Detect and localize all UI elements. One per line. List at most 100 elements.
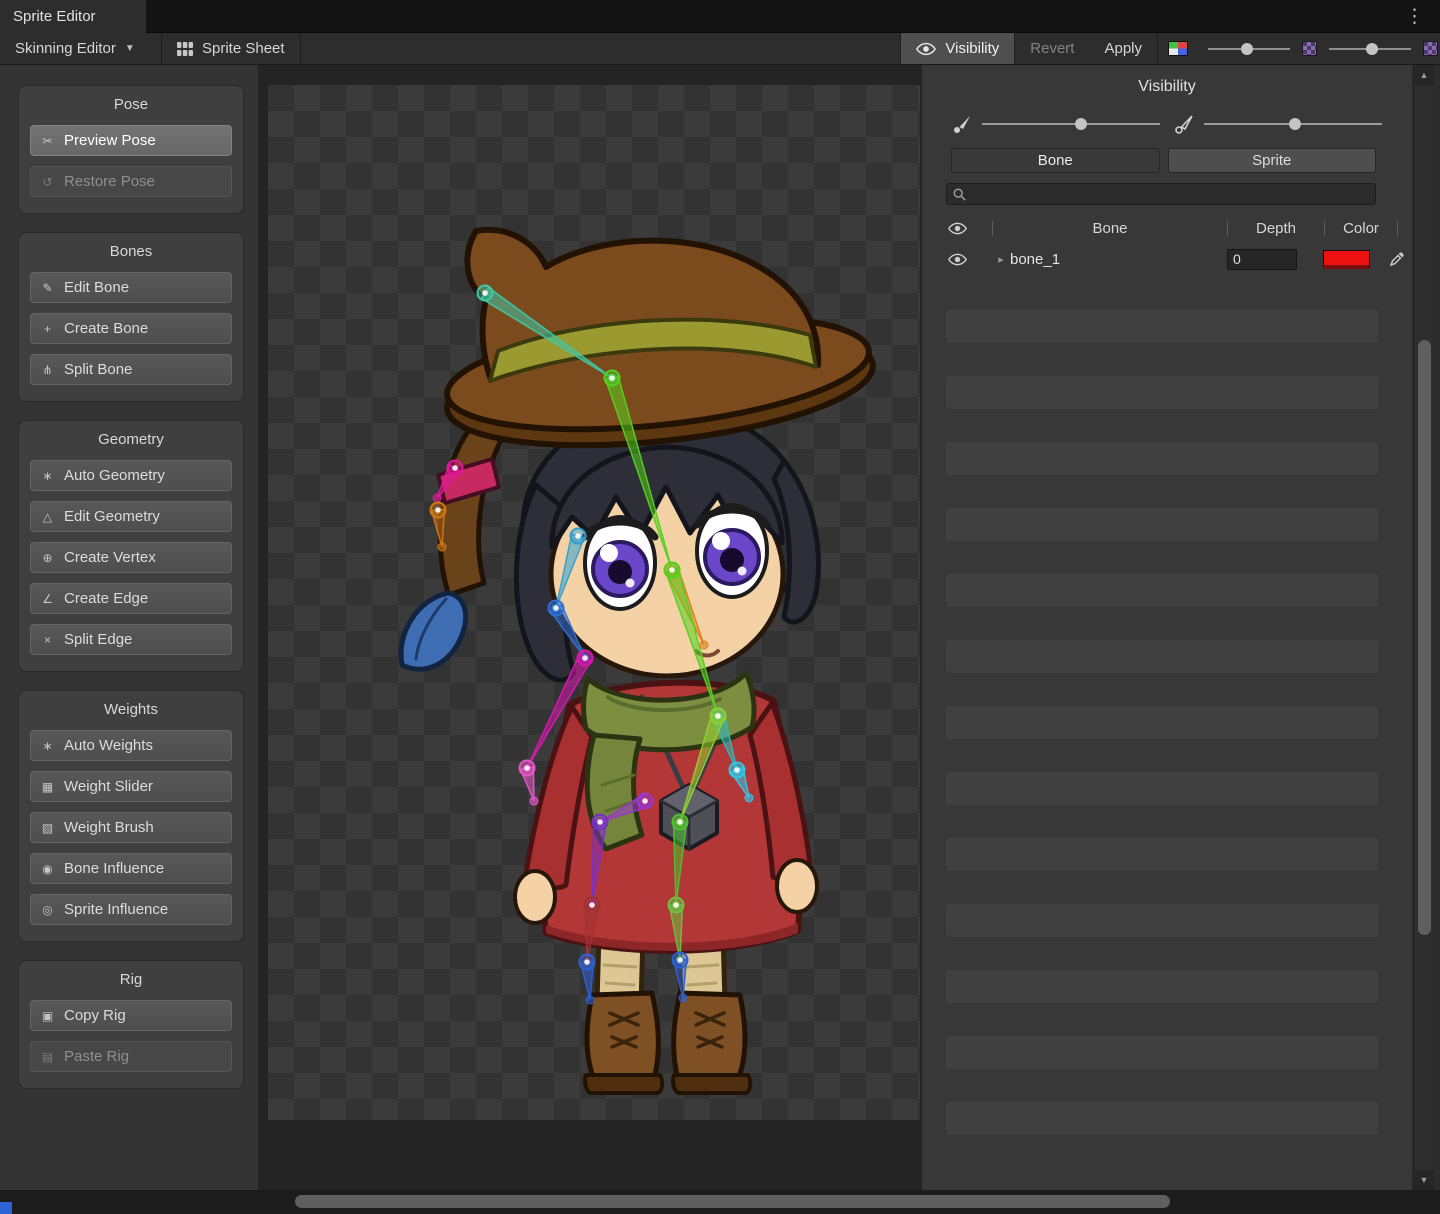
split-bone-button[interactable]: ⋔Split Bone [30, 354, 232, 385]
apply-button[interactable]: Apply [1089, 33, 1158, 64]
sprite-opacity-knob[interactable] [1289, 118, 1301, 130]
bone-gizmo[interactable] [580, 955, 595, 1005]
preview-pose-button[interactable]: ✂Preview Pose [30, 125, 232, 156]
sprite-sheet-grid-icon [177, 42, 193, 56]
split-bone-icon: ⋔ [39, 363, 56, 377]
depth-input[interactable] [1227, 249, 1297, 270]
bone-gizmo[interactable] [605, 371, 677, 575]
scroll-up-arrow[interactable]: ▲ [1414, 65, 1434, 85]
vertical-scrollbar-thumb[interactable] [1418, 340, 1431, 935]
edit-geometry-icon: △ [39, 510, 56, 524]
revert-button[interactable]: Revert [1014, 33, 1089, 64]
bone-list-empty-row [946, 706, 1378, 739]
kebab-menu-icon[interactable]: ⋮ [1405, 5, 1424, 28]
bone-search-field[interactable] [946, 183, 1376, 205]
paste-rig-button[interactable]: ▤Paste Rig [30, 1041, 232, 1072]
bone-gizmo[interactable] [523, 651, 593, 773]
column-color: Color [1325, 220, 1397, 237]
tab-bone[interactable]: Bone [951, 148, 1160, 173]
weight-slider-button[interactable]: ▦Weight Slider [30, 771, 232, 802]
sprite-canvas[interactable] [268, 85, 920, 1120]
column-bone: Bone [993, 220, 1227, 237]
bone-gizmo[interactable] [730, 763, 754, 803]
tab-title: Sprite Editor [13, 8, 96, 25]
bone-opacity-slider[interactable] [952, 114, 1160, 134]
canvas-region [258, 65, 921, 1190]
weight-brush-button[interactable]: ▧Weight Brush [30, 812, 232, 843]
create-vertex-button[interactable]: ⊕Create Vertex [30, 542, 232, 573]
auto-geometry-button[interactable]: ∗Auto Geometry [30, 460, 232, 491]
bone-visible-eye-icon[interactable] [948, 253, 967, 266]
auto-geometry-icon: ∗ [39, 469, 56, 483]
bone-gizmo[interactable] [433, 461, 463, 503]
bone-gizmo[interactable] [676, 709, 726, 827]
copy-rig-button[interactable]: ▣Copy Rig [30, 1000, 232, 1031]
split-edge-icon: × [39, 633, 56, 647]
button-label: Split Edge [64, 631, 132, 648]
bone-name: bone_1 [1010, 251, 1214, 268]
paste-rig-icon: ▤ [39, 1050, 56, 1064]
eyedropper-icon[interactable] [1389, 251, 1405, 267]
bone-color-swatch[interactable] [1323, 250, 1370, 269]
visibility-toggle-button[interactable]: Visibility [900, 33, 1014, 64]
auto-weights-icon: ∗ [39, 739, 56, 753]
create-bone-button[interactable]: +Create Bone [30, 313, 232, 344]
bone-list-empty-row [946, 970, 1378, 1003]
bone-gizmo[interactable] [520, 761, 539, 806]
zoom-slider-knob[interactable] [1366, 43, 1378, 55]
vertical-scrollbar[interactable]: ▲ ▼ [1413, 65, 1434, 1190]
edit-bone-button[interactable]: ✎Edit Bone [30, 272, 232, 303]
auto-weights-button[interactable]: ∗Auto Weights [30, 730, 232, 761]
panel-pose: Pose✂Preview Pose↺Restore Pose [18, 85, 244, 214]
preview-pose-icon: ✂ [39, 134, 56, 148]
alpha-slider-knob[interactable] [1241, 43, 1253, 55]
sprite-sheet-button[interactable]: Sprite Sheet [162, 33, 301, 64]
button-label: Sprite Influence [64, 901, 168, 918]
eye-column-icon [948, 222, 967, 235]
bone-gizmo[interactable] [431, 503, 447, 552]
scroll-down-arrow[interactable]: ▼ [1414, 1170, 1434, 1190]
bone-gizmo[interactable] [478, 286, 617, 383]
apply-label: Apply [1104, 40, 1142, 57]
sprite-influence-icon: ◎ [39, 903, 56, 917]
restore-pose-button[interactable]: ↺Restore Pose [30, 166, 232, 197]
zoom-slider[interactable] [1329, 48, 1411, 50]
sprite-influence-button[interactable]: ◎ Sprite Influence [30, 894, 232, 925]
search-input[interactable] [972, 186, 1369, 202]
bone-list-empty-row [946, 1102, 1378, 1135]
tab-sprite-editor[interactable]: Sprite Editor [0, 0, 146, 33]
edit-geometry-button[interactable]: △Edit Geometry [30, 501, 232, 532]
create-edge-button[interactable]: ∠Create Edge [30, 583, 232, 614]
split-edge-button[interactable]: × Split Edge [30, 624, 232, 655]
alpha-slider[interactable] [1208, 48, 1290, 50]
panel-title: Weights [30, 701, 232, 718]
panel-title: Geometry [30, 431, 232, 448]
sprite-opacity-slider[interactable] [1174, 114, 1382, 134]
bone-list-empty-row [946, 508, 1378, 541]
bone-opacity-knob[interactable] [1075, 118, 1087, 130]
bone-list-empty-row [946, 475, 1378, 508]
horizontal-scrollbar-thumb[interactable] [295, 1195, 1170, 1208]
tool-sidebar: Pose✂Preview Pose↺Restore PoseBones✎Edit… [0, 65, 258, 1190]
color-channels-icon[interactable] [1168, 41, 1188, 56]
eye-icon [916, 42, 936, 56]
bone-gizmo[interactable] [588, 815, 608, 910]
bone-gizmo[interactable] [552, 529, 586, 613]
bone-gizmo[interactable] [665, 563, 723, 721]
visibility-sliders [952, 114, 1382, 134]
visibility-tabs: Bone Sprite [951, 148, 1376, 173]
bone-gizmo[interactable] [672, 815, 688, 910]
bone-list-empty-row [946, 673, 1378, 706]
foldout-triangle-icon[interactable]: ▸ [992, 253, 1010, 266]
bone-list-empty-row [946, 442, 1378, 475]
skinning-editor-dropdown[interactable]: Skinning Editor ▼ [0, 33, 162, 64]
panel-title: Rig [30, 971, 232, 988]
tab-sprite[interactable]: Sprite [1168, 148, 1377, 173]
create-bone-icon: + [39, 322, 56, 336]
bone-list-empty-row [946, 640, 1378, 673]
horizontal-scrollbar[interactable] [0, 1190, 1440, 1214]
visibility-panel: Visibility Bone Sprite [921, 65, 1412, 1190]
bone-table-row[interactable]: ▸ bone_1 [922, 243, 1412, 275]
bone-influence-button[interactable]: ◉Bone Influence [30, 853, 232, 884]
bone-gizmo[interactable] [673, 953, 688, 1003]
